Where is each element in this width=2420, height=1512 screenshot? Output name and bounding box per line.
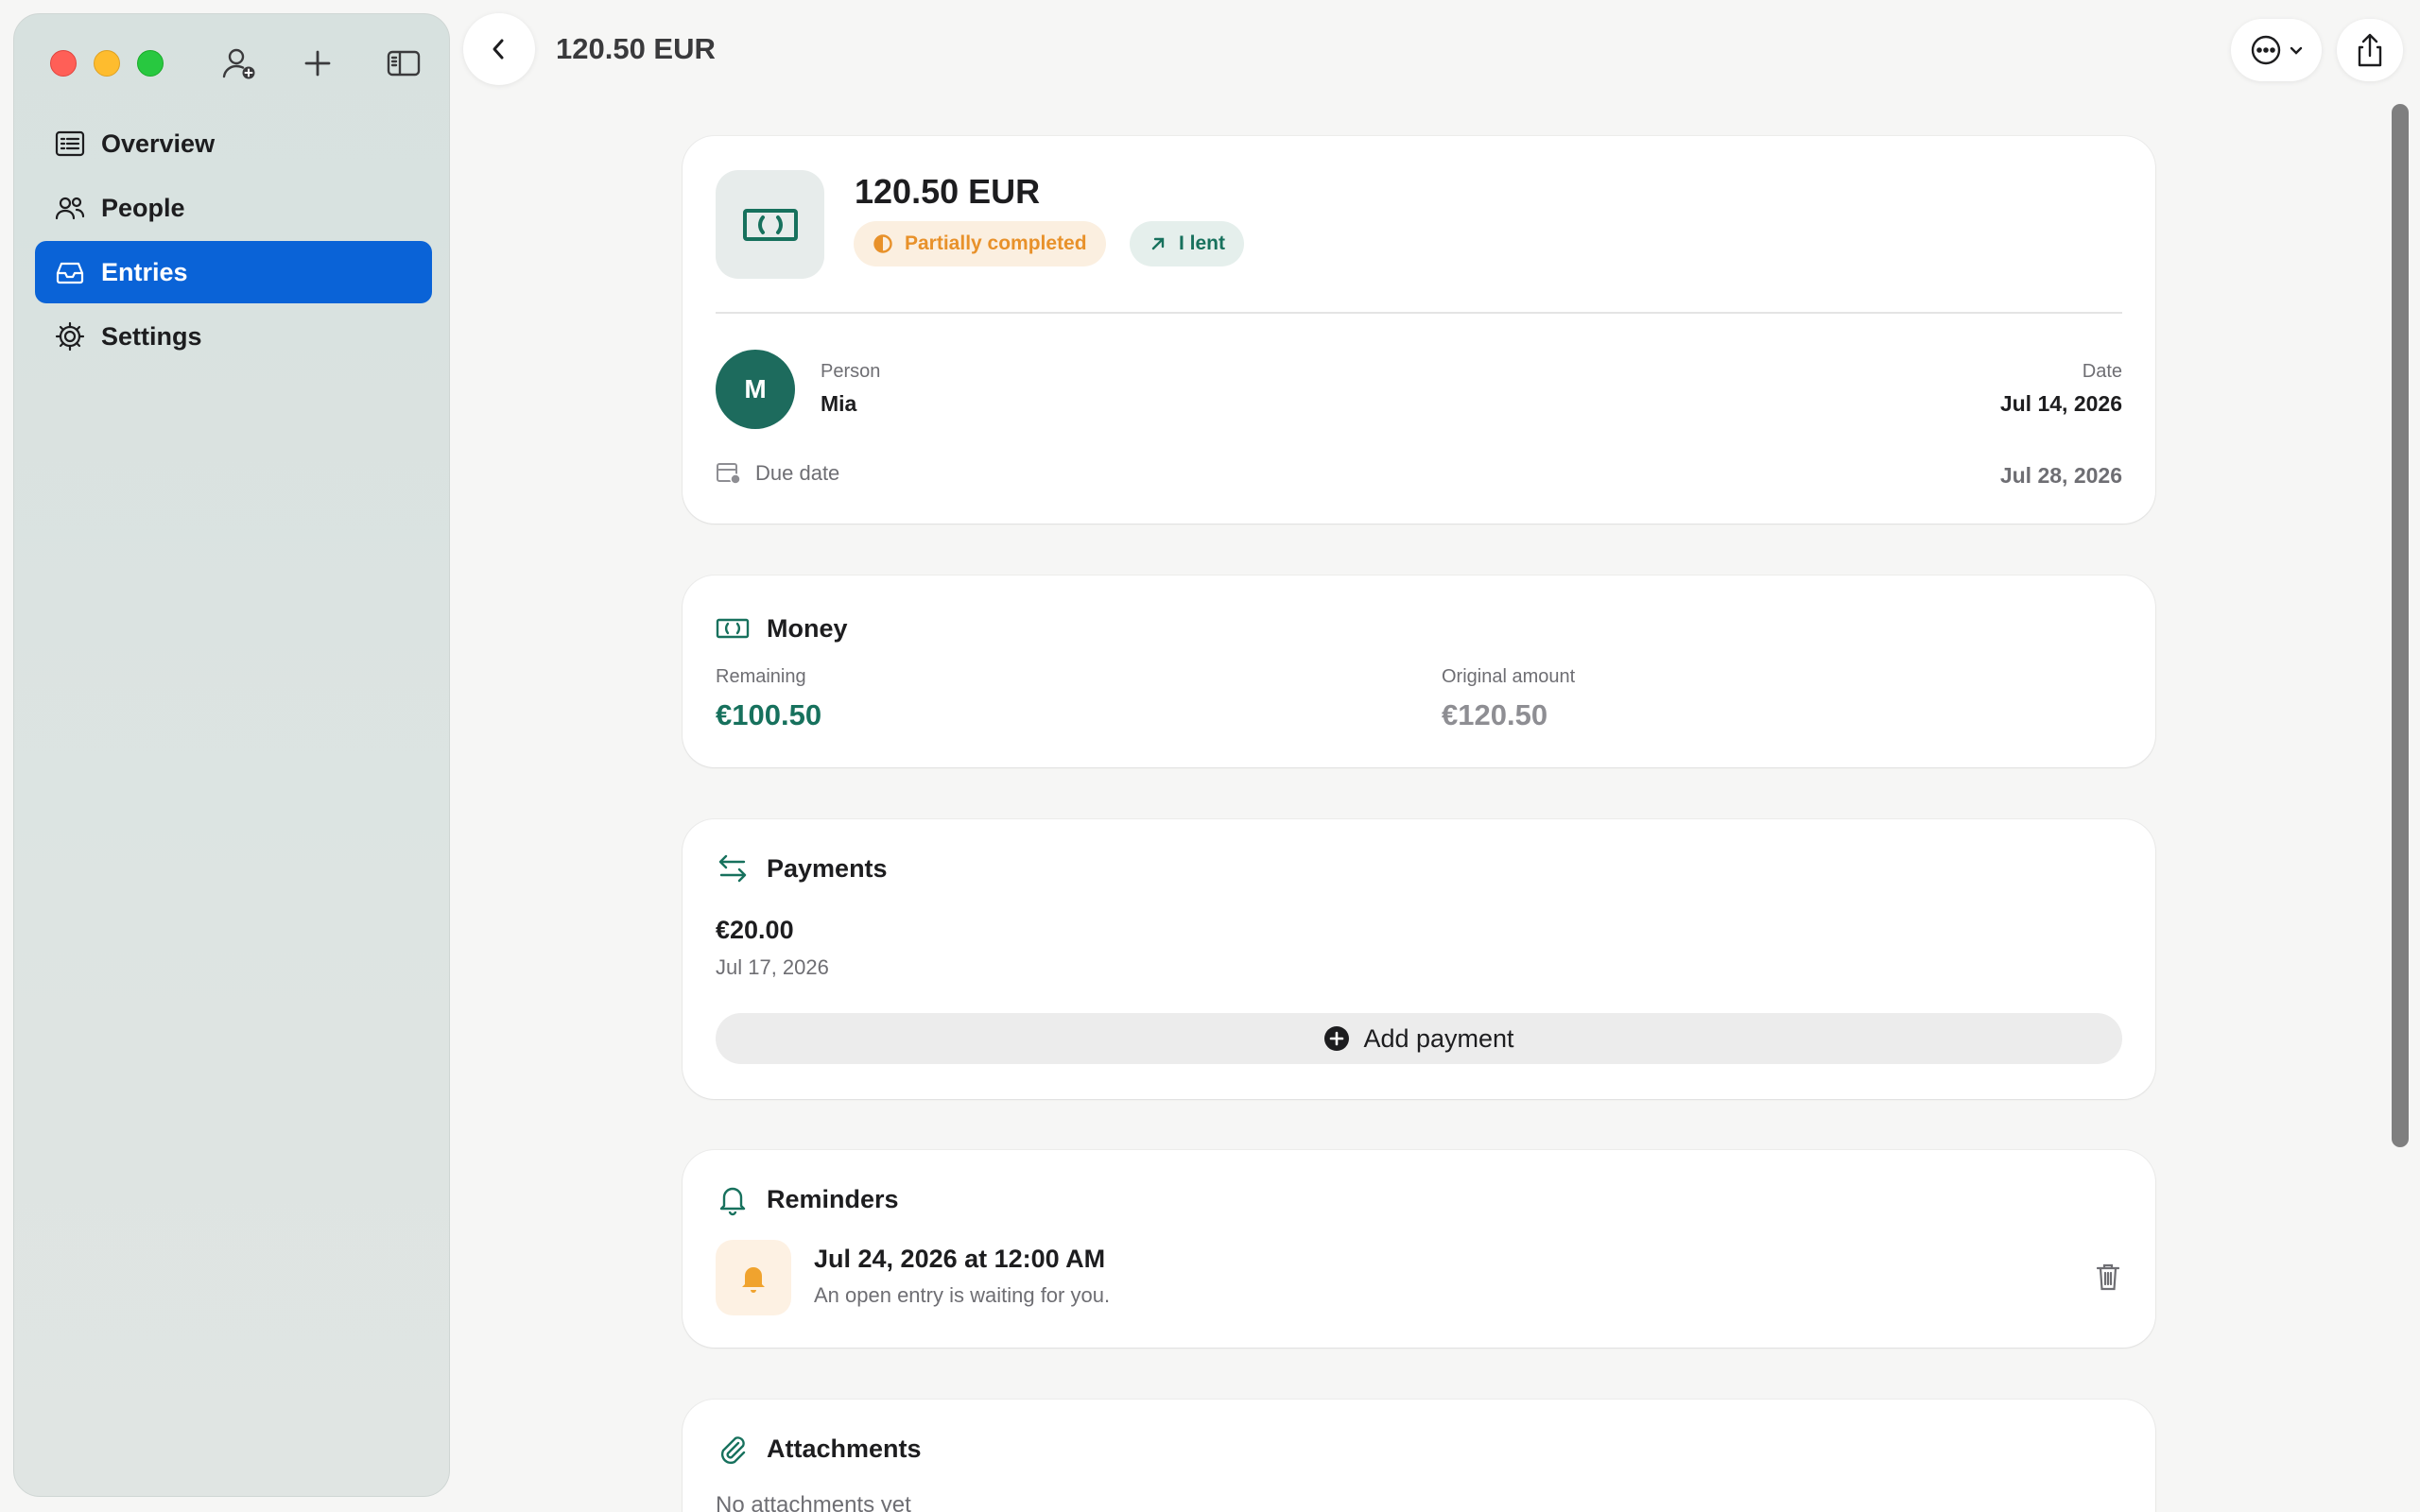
window-minimize-button[interactable] — [94, 50, 120, 77]
reminder-time[interactable]: Jul 24, 2026 at 12:00 AM — [814, 1245, 1105, 1274]
attachments-section-header: Attachments — [716, 1432, 922, 1466]
due-date-value: Jul 28, 2026 — [1999, 463, 2122, 488]
chevron-down-icon — [2290, 46, 2303, 55]
toggle-sidebar-icon[interactable] — [383, 43, 424, 84]
calendar-clock-icon — [717, 463, 741, 485]
original-amount-value: €120.50 — [1442, 698, 1548, 731]
sidebar-item-label: Entries — [101, 257, 188, 286]
remaining-label: Remaining — [716, 666, 806, 687]
people-icon — [55, 197, 85, 220]
sidebar-item-entries[interactable]: Entries — [35, 241, 432, 303]
payment-date: Jul 17, 2026 — [716, 955, 829, 979]
arrow-up-right-icon — [1151, 237, 1165, 250]
paperclip-icon — [720, 1436, 746, 1465]
more-actions-button[interactable] — [2231, 19, 2322, 81]
person-label: Person — [821, 361, 881, 382]
payments-card: Payments €20.00 Jul 17, 2026 Add payment — [683, 819, 2155, 1099]
date-value: Jul 14, 2026 — [1999, 391, 2122, 416]
share-icon — [2358, 33, 2382, 67]
banknote-icon — [742, 208, 798, 241]
entry-summary-card: 120.50 EUR Partially completed I lent M … — [683, 136, 2155, 524]
date-label: Date — [2082, 361, 2122, 382]
status-badge: Partially completed — [854, 221, 1106, 266]
sidebar: Overview People Entries Settings — [13, 13, 450, 1497]
remaining-value: €100.50 — [716, 698, 822, 731]
attachments-card: Attachments No attachments yet — [683, 1400, 2155, 1512]
half-circle-icon — [873, 234, 892, 253]
sidebar-nav: Overview People Entries Settings — [35, 112, 432, 369]
chevron-left-icon — [493, 39, 504, 60]
list-icon — [55, 130, 85, 157]
money-tile — [716, 170, 824, 279]
person-name[interactable]: Mia — [821, 391, 856, 417]
window-title: 120.50 EUR — [556, 32, 716, 65]
sidebar-item-label: Overview — [101, 129, 216, 158]
money-section-header: Money — [716, 611, 848, 645]
window-close-button[interactable] — [50, 50, 77, 77]
add-entry-icon[interactable] — [297, 43, 338, 84]
reminders-card: Reminders Jul 24, 2026 at 12:00 AM An op… — [683, 1150, 2155, 1348]
reminder-message: An open entry is waiting for you. — [814, 1283, 1111, 1307]
payment-amount[interactable]: €20.00 — [716, 916, 794, 945]
entry-title: 120.50 EUR — [855, 172, 1041, 211]
original-amount-label: Original amount — [1442, 666, 1576, 687]
window-zoom-button[interactable] — [137, 50, 164, 77]
due-date-label: Due date — [755, 461, 840, 485]
money-card: Money Remaining €100.50 Original amount … — [683, 576, 2155, 767]
direction-badge: I lent — [1130, 221, 1245, 266]
payments-section-header: Payments — [716, 851, 888, 885]
gear-icon — [55, 321, 85, 352]
arrows-exchange-icon — [718, 854, 747, 883]
delete-reminder-button[interactable] — [2095, 1262, 2121, 1297]
bell-filled-icon — [742, 1267, 765, 1293]
trash-icon — [2096, 1263, 2120, 1291]
add-person-icon[interactable] — [218, 43, 260, 84]
due-date-row: Due date — [716, 461, 839, 486]
add-payment-button[interactable]: Add payment — [716, 1013, 2122, 1064]
sidebar-item-overview[interactable]: Overview — [35, 112, 432, 175]
attachments-empty-text: No attachments yet — [716, 1492, 911, 1512]
reminder-tile — [716, 1240, 791, 1315]
sidebar-item-label: People — [101, 193, 185, 222]
sidebar-item-label: Settings — [101, 321, 202, 351]
scrollbar[interactable] — [2392, 104, 2409, 1147]
ellipsis-circle-icon — [2251, 35, 2281, 65]
plus-circle-icon — [1324, 1026, 1350, 1051]
share-button[interactable] — [2337, 19, 2403, 81]
bell-icon — [719, 1187, 746, 1216]
back-button[interactable] — [463, 13, 535, 85]
banknote-icon — [716, 618, 750, 639]
divider — [716, 312, 2122, 314]
reminders-section-header: Reminders — [716, 1182, 899, 1216]
avatar: M — [716, 350, 795, 429]
sidebar-item-settings[interactable]: Settings — [35, 305, 432, 368]
tray-icon — [56, 262, 84, 284]
sidebar-item-people[interactable]: People — [35, 177, 432, 239]
